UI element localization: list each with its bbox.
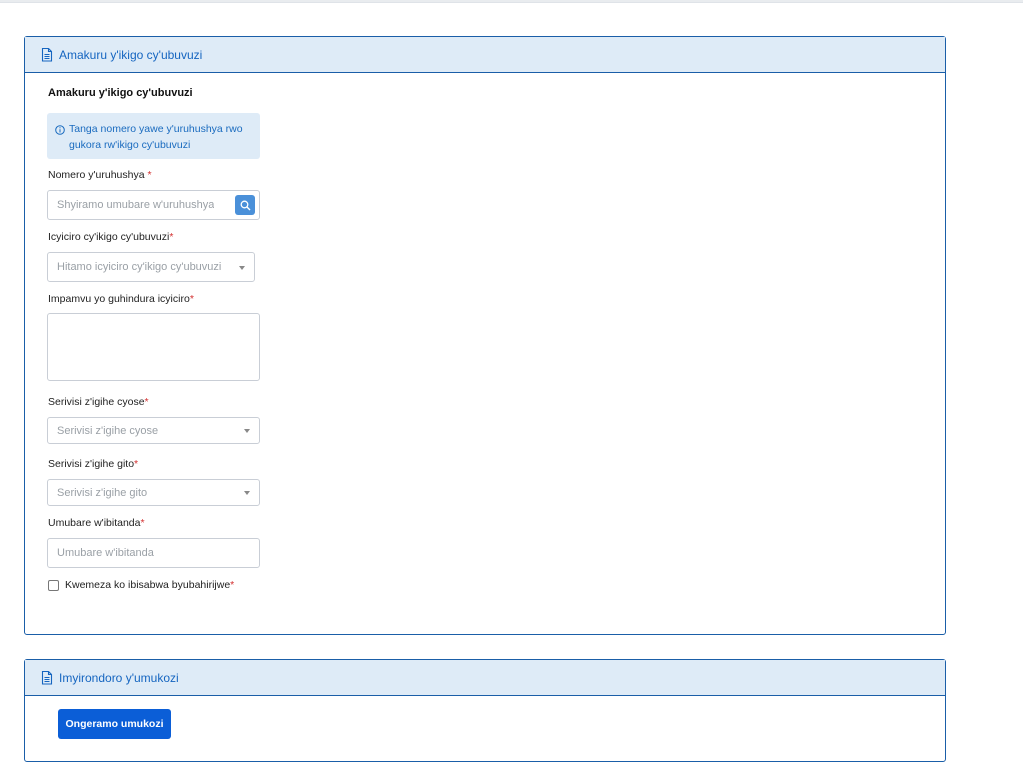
short-services-label: Serivisi z'igihe gito* (48, 458, 138, 470)
staff-card-title: Imyirondoro y'umukozi (59, 670, 179, 685)
section-title: Amakuru y'ikigo cy'ubuvuzi (48, 87, 193, 99)
required-mark: * (144, 396, 149, 408)
general-services-select[interactable]: Serivisi z'igihe cyose (47, 417, 260, 444)
general-services-placeholder: Serivisi z'igihe cyose (57, 424, 159, 437)
beds-placeholder: Umubare w'ibitanda (57, 547, 154, 559)
confirm-row: Kwemeza ko ibisabwa byubahirijwe * (48, 579, 234, 591)
reason-label: Impamvu yo guhindura icyiciro* (48, 293, 194, 305)
document-icon (41, 670, 53, 685)
info-alert: Tanga nomero yawe y'uruhushya rwo gukora… (47, 113, 260, 159)
staff-card: Imyirondoro y'umukozi Ongeramo umukozi (24, 659, 946, 762)
required-mark: * (230, 579, 235, 591)
license-number-input[interactable]: Shyiramo umubare w'uruhushya (47, 190, 260, 220)
short-services-label-text: Serivisi z'igihe gito (48, 458, 135, 470)
beds-input[interactable]: Umubare w'ibitanda (47, 538, 260, 568)
required-mark: * (140, 517, 145, 529)
caret-down-icon (244, 429, 250, 433)
short-services-select[interactable]: Serivisi z'igihe gito (47, 479, 260, 506)
staff-card-header: Imyirondoro y'umukozi (25, 660, 945, 696)
required-mark: * (189, 293, 194, 305)
required-mark: * (169, 231, 174, 243)
category-label: Icyiciro cy'ikigo cy'ubuvuzi* (48, 231, 173, 243)
license-number-label-text: Nomero y'uruhushya (48, 169, 145, 181)
confirm-checkbox[interactable] (48, 579, 59, 591)
reason-label-text: Impamvu yo guhindura icyiciro (48, 293, 190, 305)
establishment-card: Amakuru y'ikigo cy'ubuvuzi Amakuru y'iki… (24, 36, 946, 635)
add-staff-button[interactable]: Ongeramo umukozi (58, 709, 171, 739)
top-bar (0, 0, 1023, 3)
short-services-placeholder: Serivisi z'igihe gito (57, 486, 148, 499)
info-icon (55, 124, 65, 135)
license-number-placeholder: Shyiramo umubare w'uruhushya (57, 199, 215, 211)
reason-textarea[interactable] (47, 313, 260, 381)
establishment-card-header: Amakuru y'ikigo cy'ubuvuzi (25, 37, 945, 73)
document-icon (41, 47, 53, 62)
general-services-label: Serivisi z'igihe cyose* (48, 396, 149, 408)
category-select[interactable]: Hitamo icyiciro cy'ikigo cy'ubuvuzi (47, 252, 255, 282)
info-text: Tanga nomero yawe y'uruhushya rwo gukora… (69, 123, 243, 151)
establishment-card-title: Amakuru y'ikigo cy'ubuvuzi (59, 47, 203, 62)
caret-down-icon (239, 266, 245, 270)
caret-down-icon (244, 491, 250, 495)
confirm-label: Kwemeza ko ibisabwa byubahirijwe (65, 579, 231, 591)
beds-label: Umubare w'ibitanda* (48, 517, 145, 529)
required-mark: * (134, 458, 139, 470)
required-mark: * (147, 169, 152, 181)
category-label-text: Icyiciro cy'ikigo cy'ubuvuzi (48, 231, 170, 243)
license-number-label: Nomero y'uruhushya * (48, 169, 152, 181)
search-icon (240, 200, 250, 210)
general-services-label-text: Serivisi z'igihe cyose (48, 396, 145, 408)
search-button[interactable] (235, 195, 255, 215)
category-placeholder: Hitamo icyiciro cy'ikigo cy'ubuvuzi (57, 261, 222, 273)
beds-label-text: Umubare w'ibitanda (48, 517, 141, 529)
